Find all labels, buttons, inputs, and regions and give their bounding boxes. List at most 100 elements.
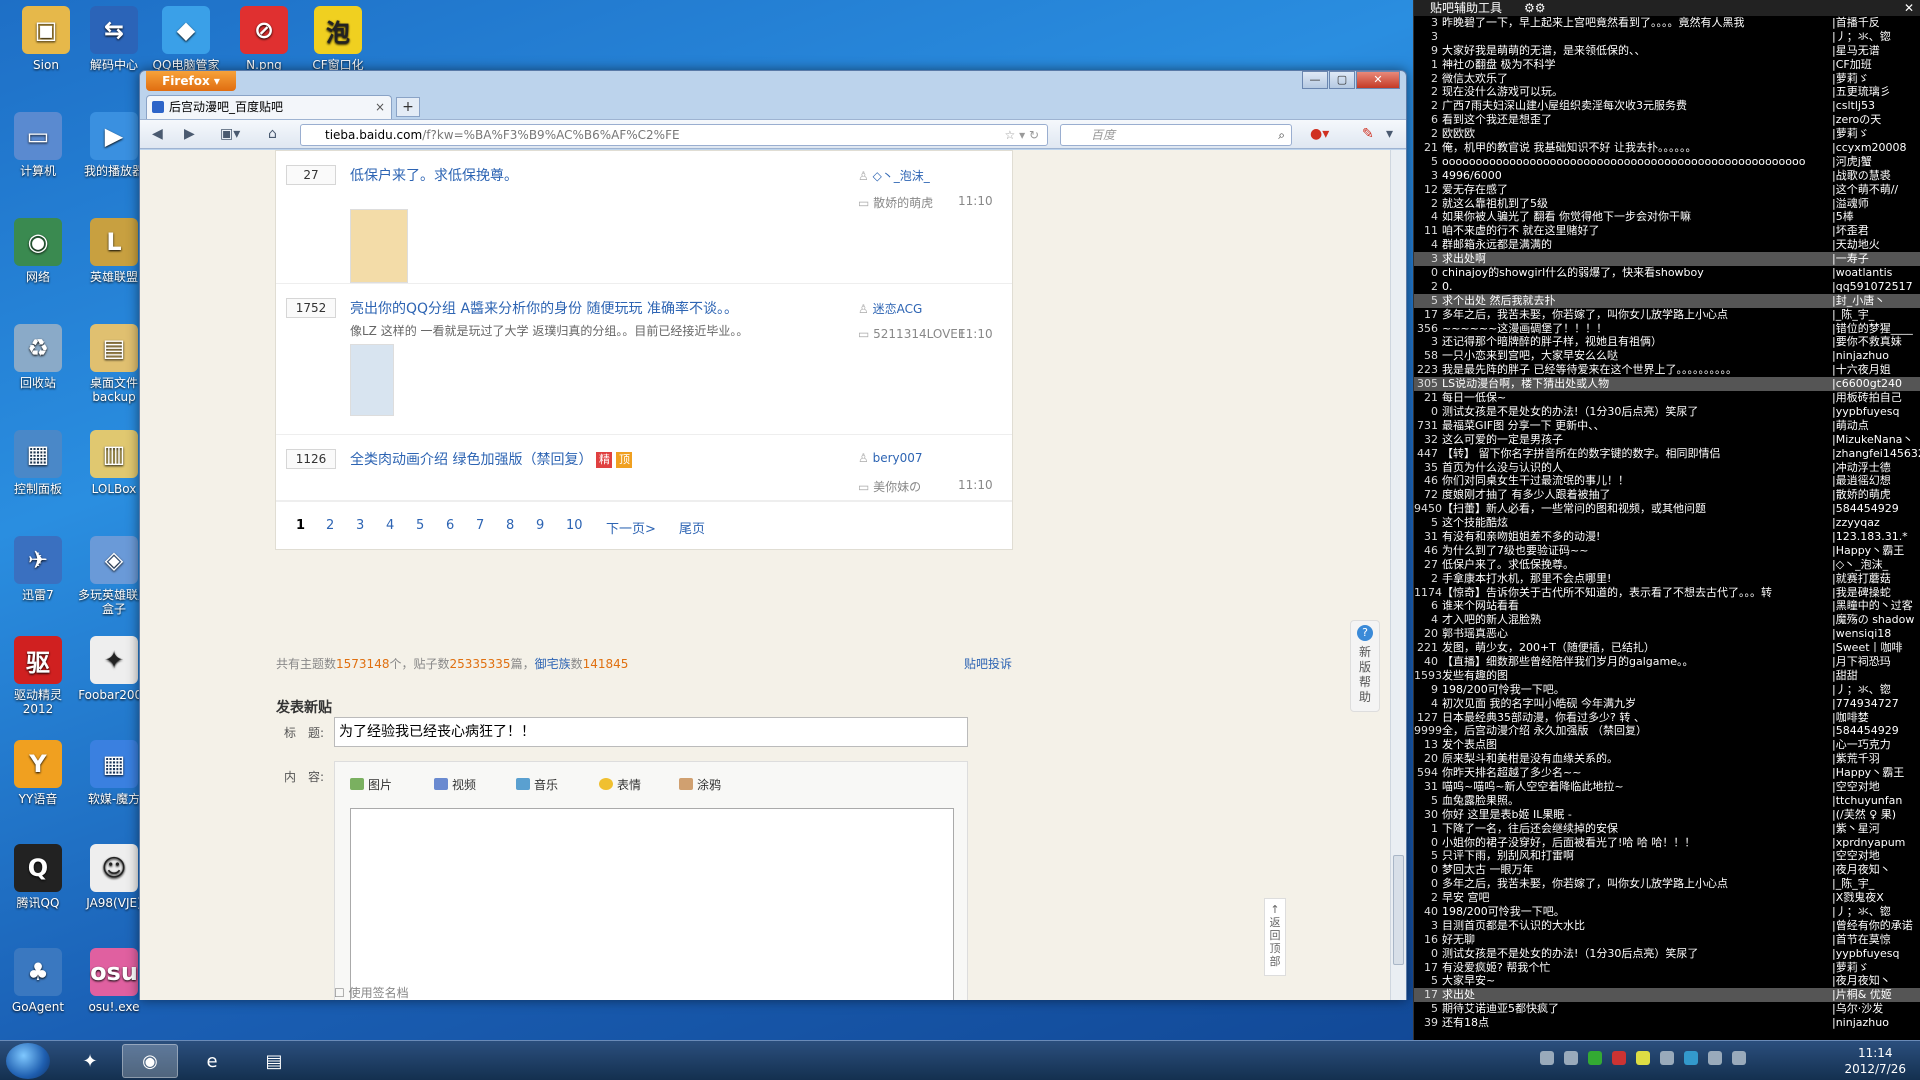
panel-thread-row[interactable]: 72 度娘刚才抽了 有多少人跟着被抽了 |散娇的萌虎 (1414, 488, 1920, 502)
last-page-link[interactable]: 尾页 (679, 518, 705, 537)
page-link[interactable]: 4 (386, 518, 394, 533)
panel-thread-row[interactable]: 40 【直播】细数那些曾经陪伴我们岁月的galgame。。 |月下祠恐玛 (1414, 655, 1920, 669)
panel-thread-row[interactable]: 127 日本最经典35部动漫，你看过多少? 转 、 |咖啡婪 (1414, 711, 1920, 725)
next-page-link[interactable]: 下一页> (606, 518, 656, 537)
panel-thread-row[interactable]: 0 小姐你的裙子没穿好，后面被看光了!哈 哈 哈！！！ |xprdnyapum (1414, 836, 1920, 850)
page-link[interactable]: 2 (326, 518, 334, 533)
panel-thread-row[interactable]: 5 求个出处 然后我就去扑 |封_小唐丶 (1414, 293, 1920, 308)
panel-thread-row[interactable]: 356 ~~~~~~这漫画碉堡了！！！！ |错位的梦猩____ (1414, 322, 1920, 336)
panel-thread-row[interactable]: 731 最福菜GIF图 分享一下 更新中、、 |萌动点 (1414, 419, 1920, 433)
panel-thread-row[interactable]: 46 你们对同桌女生干过最流氓的事儿！！ |最逍徭幻想 (1414, 474, 1920, 488)
tool-doodle[interactable]: 涂鸦 (679, 776, 721, 793)
volume-icon[interactable] (1732, 1051, 1746, 1065)
search-box[interactable]: 百度 ⌕ (1060, 124, 1292, 146)
panel-thread-row[interactable]: 221 发图，萌少女，200+T（随便插，已结扎） |Sweet丨咖啡 (1414, 641, 1920, 655)
forward-icon[interactable]: ▶ (184, 126, 195, 142)
panel-thread-row[interactable]: 1 神社の翻盘 极为不科学 |CF加班 (1414, 58, 1920, 72)
panel-thread-row[interactable]: 223 我是最先阵的胖子 已经等待爱来在这个世界上了。。。。。。。。。。 |十六夜月… (1414, 363, 1920, 377)
thread-author[interactable]: ♙ bery007 (858, 451, 923, 465)
desktop-icon[interactable]: ♻ 回收站 (2, 318, 74, 408)
home-icon[interactable]: ⌂ (268, 126, 277, 142)
panel-thread-row[interactable]: 20 原来梨斗和美柑是没有血缘关系的。 |紫荒千羽 (1414, 752, 1920, 766)
panel-thread-row[interactable]: 594 你昨天排名超越了多少名~~ |Happy丶霸王 (1414, 766, 1920, 780)
panel-thread-row[interactable]: 17 求出处 |片桐& 优姬 (1414, 988, 1920, 1003)
panel-thread-row[interactable]: 11 咱不来虚的行不 就在这里赌好了 |坏歪君 (1414, 224, 1920, 238)
panel-thread-row[interactable]: 17 有没爱疯姬? 帮我个忙 |萝莉ゞ (1414, 961, 1920, 975)
panel-thread-row[interactable]: 2 手拿康本打水机，那里不会点哪里! |就赛打蘑菇 (1414, 572, 1920, 586)
new-tab-button[interactable]: + (396, 97, 420, 117)
tool-image[interactable]: 图片 (350, 776, 392, 793)
panel-thread-row[interactable]: 305 LS说动漫台啊，楼下猜出处或人物 |c6600gt240 (1414, 377, 1920, 392)
desktop-icon[interactable]: ◉ 网络 (2, 212, 74, 302)
panel-thread-row[interactable]: 4 如果你被人骗光了 翻看 你觉得他下一步会对你干嘛 |5棒 (1414, 210, 1920, 224)
tray-icon[interactable] (1636, 1051, 1650, 1065)
thread-title-link[interactable]: 低保户来了。求低保挽尊。 (350, 165, 518, 185)
search-icon[interactable]: ⌕ (1278, 125, 1285, 145)
thread-author[interactable]: ♙ 迷恋ACG (858, 300, 922, 317)
panel-thread-row[interactable]: 3 4996/6000 |战歌の慧裘 (1414, 169, 1920, 183)
panel-thread-row[interactable]: 0 多年之后，我苦未娶，你若嫁了，叫你女儿放学路上小心点 |_陈_宇_ (1414, 877, 1920, 891)
panel-thread-row[interactable]: 30 你好 这里是表b姬 IL果眠 - |(/芙然 ♀ 果) (1414, 808, 1920, 822)
tray-icon[interactable] (1660, 1051, 1674, 1065)
panel-thread-row[interactable]: 4 群邮箱永远都是满满的 |天劫地火 (1414, 238, 1920, 252)
panel-thread-row[interactable]: 0 chinajoy的showgirl什么的弱爆了，快来看showboy |woat… (1414, 266, 1920, 280)
last-replier[interactable]: ▭ 美你妹の (858, 478, 921, 495)
desktop-icon[interactable]: ▦ 控制面板 (2, 424, 74, 514)
panel-thread-row[interactable]: 5 只评下雨，别刮风和打雷啊 |空空对地 (1414, 849, 1920, 863)
vertical-scrollbar[interactable] (1390, 150, 1406, 1000)
panel-thread-row[interactable]: 0 梦回太古 一眼万年 |夜月夜知丶 (1414, 863, 1920, 877)
addon-icon[interactable]: ●▾ (1310, 126, 1329, 142)
panel-thread-row[interactable]: 40 198/200可怜我一下吧。 |丿；氺、锪 (1414, 905, 1920, 919)
tray-icon[interactable] (1540, 1051, 1554, 1065)
page-link[interactable]: 5 (416, 518, 424, 533)
panel-thread-row[interactable]: 1 下降了一名，往后还会继续掉的安保 |紫丶星河 (1414, 822, 1920, 836)
panel-thread-row[interactable]: 9 198/200可怜我一下吧。 |丿；氺、锪 (1414, 683, 1920, 697)
panel-thread-row[interactable]: 3 求出处啊 |一寿子 (1414, 252, 1920, 267)
tray-icon[interactable] (1708, 1051, 1722, 1065)
thread-title-link[interactable]: 亮出你的QQ分组 A醬来分析你的身份 随便玩玩 准确率不谈。。 (350, 298, 738, 318)
panel-thread-row[interactable]: 2 现在没什么游戏可以玩。 |五更琉璃彡 (1414, 85, 1920, 99)
back-icon[interactable]: ◀ (152, 126, 163, 142)
scrollbar-thumb[interactable] (1393, 855, 1404, 965)
panel-thread-row[interactable]: 32 这么可爱的一定是男孩子 |MizukeNana丶 (1414, 433, 1920, 447)
taskbar-explorer[interactable]: ▤ (246, 1044, 302, 1078)
thread-title-link[interactable]: 全类肉动画介绍 绿色加强版（禁回复）精顶 (350, 449, 633, 469)
gear-icon[interactable]: ⚙⚙ (1524, 0, 1546, 16)
title-input[interactable]: 为了经验我已经丧心病狂了！！ (334, 717, 968, 747)
panel-thread-row[interactable]: 58 一只小恋来到宫吧，大家早安么么哒 |ninjazhuo (1414, 349, 1920, 363)
tray-icon[interactable] (1564, 1051, 1578, 1065)
panel-thread-row[interactable]: 21 俺，机甲的教官说 我基础知识不好 让我去扑。。。。。。 |ccyxm20008 (1414, 141, 1920, 155)
bookmark-icon[interactable]: ▣▾ (220, 126, 240, 142)
desktop-icon[interactable]: ▭ 计算机 (2, 106, 74, 196)
tab-close-icon[interactable]: × (375, 96, 385, 118)
panel-thread-row[interactable]: 0 测试女孩是不是处女的办法!（1分30后点亮）笑尿了 |yypbfuyesq (1414, 947, 1920, 961)
taskbar-foobar[interactable]: ✦ (62, 1044, 118, 1078)
panel-thread-row[interactable]: 1593 发些有趣的图 |甜甜 (1414, 669, 1920, 683)
page-link[interactable]: 9 (536, 518, 544, 533)
taskbar-firefox[interactable]: ◉ (122, 1044, 178, 1078)
panel-thread-row[interactable]: 13 发个表点图 |心一巧克力 (1414, 738, 1920, 752)
panel-thread-row[interactable]: 2 0. |qq591072517 (1414, 280, 1920, 294)
report-link[interactable]: 贴吧投诉 (964, 655, 1012, 672)
panel-thread-row[interactable]: 2 广西7雨夫妇深山建小屋组织卖淫每次收3元服务费 |csltlj53 (1414, 99, 1920, 113)
panel-thread-row[interactable]: 16 好无聊 |首节在莫惊 (1414, 933, 1920, 947)
panel-thread-row[interactable]: 2 微信太欢乐了 |萝莉ゞ (1414, 72, 1920, 86)
panel-thread-row[interactable]: 3 目测首页都是不认识的大水比 |曾经有你的承诺 (1414, 919, 1920, 933)
page-link[interactable]: 3 (356, 518, 364, 533)
panel-close-button[interactable]: ✕ (1904, 0, 1914, 16)
panel-thread-row[interactable]: 5 ooooooooooooooooooooooooooooooooooooooo… (1414, 155, 1920, 169)
desktop-icon[interactable]: 驱驱动精灵2012 (2, 630, 74, 720)
panel-thread-row[interactable]: 12 爱无存在感了 |这个萌不萌// (1414, 183, 1920, 197)
desktop-icon[interactable]: ✈ 迅雷7 (2, 530, 74, 620)
panel-thread-row[interactable]: 31 有没有和亲吻姐姐差不多的动漫! |123.183.31.* (1414, 530, 1920, 544)
tab-tieba[interactable]: 后宫动漫吧_百度贴吧 × (146, 95, 392, 119)
tool-music[interactable]: 音乐 (516, 776, 558, 793)
last-replier[interactable]: ▭ 5211314LOVEE (858, 327, 965, 341)
desktop-icon[interactable]: ▣ Sion (10, 0, 82, 90)
thread-author[interactable]: ♙ ◇丶_泡沫_ (858, 167, 930, 184)
panel-thread-row[interactable]: 4 才入吧的新人混脸熟 |魔殇の shadow (1414, 613, 1920, 627)
panel-thread-row[interactable]: 4 初次见面 我的名字叫小皓砚 今年满九岁 |774934727 (1414, 697, 1920, 711)
members-link[interactable]: 御宅族 (535, 657, 571, 671)
page-link[interactable]: 7 (476, 518, 484, 533)
panel-thread-row[interactable]: 5 大家早安~ |夜月夜知丶 (1414, 974, 1920, 988)
